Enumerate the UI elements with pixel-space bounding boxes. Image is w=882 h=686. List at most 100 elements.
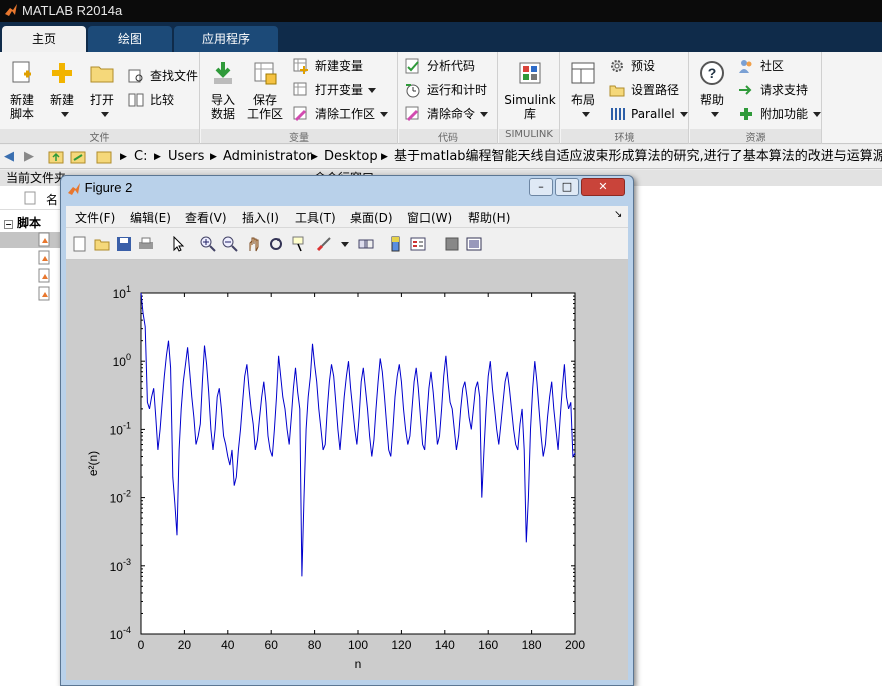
community-icon [739, 60, 752, 73]
tab-home[interactable]: 主页 [2, 26, 86, 52]
up-folder-icon[interactable] [48, 149, 64, 165]
forward-arrow-icon[interactable]: ▶ [24, 145, 34, 169]
breadcrumb-users[interactable]: Users [168, 145, 204, 169]
find-files-button[interactable]: 查找文件 [128, 66, 198, 86]
breadcrumb-separator: ▶ [154, 152, 161, 162]
breadcrumb-administrator[interactable]: Administrator [223, 145, 312, 169]
show-plot-tools-icon[interactable] [466, 236, 482, 252]
chevron-down-icon [100, 112, 109, 117]
matlab-file-icon[interactable] [38, 286, 52, 302]
name-column-header[interactable]: 名 [46, 191, 58, 208]
plot-area[interactable] [140, 292, 576, 635]
back-arrow-icon[interactable]: ◀ [4, 145, 14, 169]
analyze-code-button[interactable]: 分析代码 [405, 56, 475, 76]
save-icon[interactable] [116, 236, 132, 252]
open-icon[interactable] [94, 236, 110, 252]
main-title-bar: MATLAB R2014a [0, 0, 882, 22]
breadcrumb-desktop[interactable]: Desktop [324, 145, 378, 169]
open-folder-icon [90, 66, 114, 83]
preferences-button[interactable]: 预设 [609, 56, 655, 76]
parallel-button[interactable]: Parallel [609, 104, 688, 124]
x-tick-label: 0 [138, 638, 145, 652]
menu-view[interactable]: 查看(V) [185, 209, 227, 226]
x-axis-label: n [355, 657, 362, 671]
new-button[interactable]: 新建 [44, 60, 80, 121]
import-data-button[interactable]: 导入 数据 [205, 60, 241, 121]
colorbar-icon[interactable] [388, 236, 404, 252]
close-button[interactable]: ✕ [581, 178, 625, 196]
minimize-button[interactable]: – [529, 178, 553, 196]
help-button[interactable]: ? 帮助 [694, 60, 730, 121]
save-workspace-button[interactable]: 保存 工作区 [245, 60, 285, 121]
file-section-label: 文件 [0, 129, 199, 144]
menu-file[interactable]: 文件(F) [75, 209, 115, 226]
menu-window[interactable]: 窗口(W) [407, 209, 452, 226]
menu-tools[interactable]: 工具(T) [295, 209, 336, 226]
brush-icon[interactable] [316, 236, 332, 252]
new-figure-icon[interactable] [72, 236, 88, 252]
matlab-file-icon[interactable] [38, 232, 52, 248]
data-cursor-icon[interactable] [292, 236, 308, 252]
maximize-button[interactable]: □ [555, 178, 579, 196]
plot-svg[interactable]: 0 20 40 60 80 100 120 140 160 180 200 101 100 10-1 10… [66, 260, 628, 680]
x-tick-label: 20 [178, 638, 192, 652]
figure-window: Figure 2 – □ ✕ 文件(F) 编辑(E) 查看(V) 插入(I) 工… [60, 175, 634, 686]
new-variable-button[interactable]: 新建变量 [293, 56, 363, 76]
print-icon[interactable] [138, 236, 154, 252]
open-variable-button[interactable]: 打开变量 [293, 80, 377, 100]
import-data-icon [214, 62, 232, 84]
chevron-down-icon [368, 88, 377, 93]
y-tick-label: 10-4 [110, 625, 131, 642]
new-script-button[interactable]: 新建 脚本 [4, 60, 40, 121]
link-icon[interactable] [358, 236, 374, 252]
breadcrumb-project-folder[interactable]: 基于matlab编程智能天线自适应波束形成算法的研究,进行了基本算法的改进与运算… [394, 145, 882, 169]
breadcrumb-separator: ▶ [210, 152, 217, 162]
layout-icon [571, 62, 595, 84]
community-button[interactable]: 社区 [738, 56, 784, 76]
set-path-button[interactable]: 设置路径 [609, 80, 679, 100]
ribbon-tab-bar: 主页 绘图 应用程序 [0, 22, 882, 52]
simulink-library-button[interactable]: Simulink 库 [503, 60, 557, 121]
collapse-icon[interactable]: − [4, 220, 13, 229]
simulink-library-label: Simulink 库 [504, 93, 556, 121]
zoom-out-icon[interactable] [222, 236, 238, 252]
legend-icon[interactable] [410, 236, 426, 252]
hide-plot-tools-icon[interactable] [444, 236, 460, 252]
rotate-icon[interactable] [268, 236, 284, 252]
run-and-time-button[interactable]: 运行和计时 [405, 80, 487, 100]
menu-desktop[interactable]: 桌面(D) [350, 209, 393, 226]
menu-edit[interactable]: 编辑(E) [130, 209, 171, 226]
app-title: MATLAB R2014a [22, 3, 123, 18]
compare-button[interactable]: 比较 [128, 90, 174, 110]
x-tick-label: 80 [308, 638, 322, 652]
x-tick-label: 60 [265, 638, 279, 652]
clear-workspace-button[interactable]: 清除工作区 [293, 104, 389, 124]
pointer-icon[interactable] [170, 236, 186, 252]
tab-apps[interactable]: 应用程序 [174, 26, 278, 52]
clear-commands-button[interactable]: 清除命令 [405, 104, 489, 124]
help-label: 帮助 [699, 93, 724, 107]
help-icon: ? [700, 61, 724, 85]
layout-button[interactable]: 布局 [565, 60, 601, 121]
find-files-label: 查找文件 [150, 69, 199, 83]
matlab-file-icon[interactable] [38, 268, 52, 284]
simulink-library-icon [519, 62, 541, 84]
matlab-file-icon[interactable] [38, 250, 52, 266]
breadcrumb-drive[interactable]: C: [134, 145, 147, 169]
request-support-button[interactable]: 请求支持 [738, 80, 808, 100]
add-ons-button[interactable]: 附加功能 [738, 104, 822, 124]
folder-icon [96, 151, 112, 164]
browse-folder-icon[interactable] [70, 149, 86, 165]
figure-title-bar: Figure 2 [67, 180, 132, 196]
breadcrumb-separator: ▶ [120, 152, 127, 162]
x-tick-label: 140 [435, 638, 455, 652]
open-button[interactable]: 打开 [84, 60, 120, 121]
dock-arrow-icon[interactable]: ↘ [614, 209, 622, 220]
menu-insert[interactable]: 插入(I) [242, 209, 279, 226]
zoom-in-icon[interactable] [200, 236, 216, 252]
menu-help[interactable]: 帮助(H) [468, 209, 510, 226]
pan-icon[interactable] [246, 236, 262, 252]
tab-plots[interactable]: 绘图 [88, 26, 172, 52]
tree-root-scripts[interactable]: − 脚本 [4, 214, 41, 231]
chevron-down-icon[interactable] [341, 242, 349, 247]
